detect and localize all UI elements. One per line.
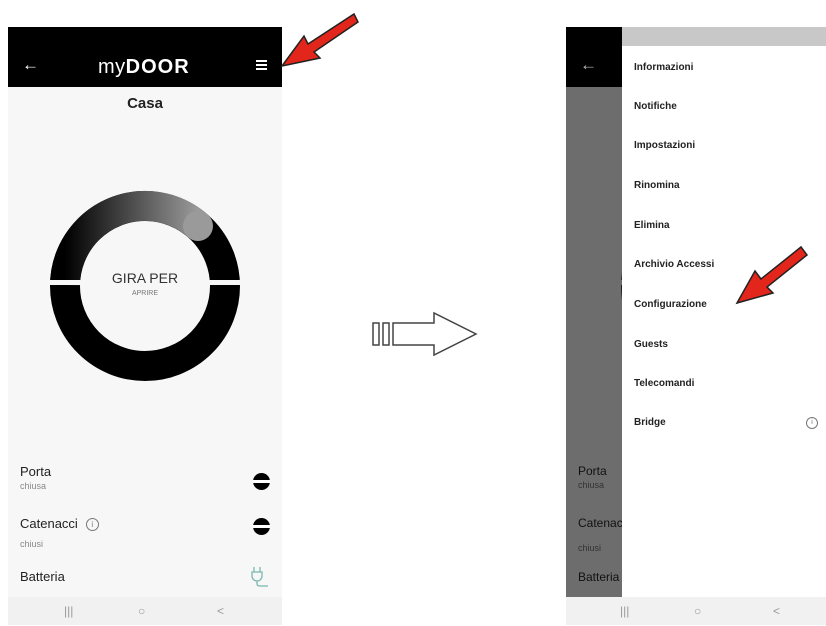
bolts-closed-icon xyxy=(253,518,270,535)
bg-door-value: chiusa xyxy=(578,480,605,490)
menu-item-guests[interactable]: Guests xyxy=(634,339,668,350)
dial-main-label: GIRA PER xyxy=(111,270,179,286)
battery-label: Batteria xyxy=(20,569,65,584)
page-title: Casa xyxy=(127,95,163,112)
nav-back-button[interactable]: < xyxy=(773,604,780,618)
hamburger-menu-icon[interactable] xyxy=(256,60,267,70)
recents-button[interactable]: ||| xyxy=(64,604,73,618)
back-arrow-icon: ← xyxy=(580,55,597,74)
dial-sub-label: APRIRE xyxy=(131,290,159,297)
left-phone-screen: ← myDOOR Casa GIRA PER APRIRE Porta chiu… xyxy=(8,27,282,625)
menu-item-rinomina[interactable]: Rinomina xyxy=(634,180,680,191)
back-arrow-icon[interactable]: ← xyxy=(22,55,39,75)
menu-item-notifiche[interactable]: Notifiche xyxy=(634,101,677,112)
plug-icon xyxy=(251,567,268,587)
bg-battery-label: Batteria xyxy=(578,570,620,584)
drawer-scrim[interactable]: ← Porta chiusa Catenac chiusi Batteria xyxy=(566,27,623,597)
annotation-arrow-icon xyxy=(735,245,809,305)
app-bar: ← myDOOR xyxy=(8,27,282,87)
bolts-status-value: chiusi xyxy=(20,539,44,549)
nav-back-button[interactable]: < xyxy=(217,604,224,618)
home-button[interactable]: ○ xyxy=(138,604,145,618)
android-nav-bar: ||| ○ < xyxy=(8,597,282,625)
bg-door-label: Porta xyxy=(578,464,607,478)
bolts-status-row: Catenacci i chiusi xyxy=(20,516,270,549)
battery-status-row: Batteria xyxy=(20,567,270,587)
annotation-arrow-icon xyxy=(280,12,359,68)
bg-bolts-label: Catenac xyxy=(578,516,623,530)
app-logo: myDOOR xyxy=(98,56,190,78)
bolts-label: Catenacci xyxy=(20,516,78,531)
door-status-row: Porta chiusa xyxy=(20,464,270,491)
menu-item-archivio-accessi[interactable]: Archivio Accessi xyxy=(634,259,714,270)
right-phone-screen: ← Porta chiusa Catenac chiusi Batteria I… xyxy=(566,27,826,625)
menu-item-bridge[interactable]: Bridge xyxy=(634,417,666,428)
menu-item-impostazioni[interactable]: Impostazioni xyxy=(634,140,695,151)
info-icon[interactable]: i xyxy=(806,417,818,429)
navigation-drawer: Informazioni Notifiche Impostazioni Rino… xyxy=(622,27,826,597)
bg-bolts-value: chiusi xyxy=(578,543,602,553)
info-icon[interactable]: i xyxy=(85,518,99,531)
unlock-dial[interactable] xyxy=(40,181,250,391)
door-closed-icon xyxy=(253,473,270,490)
android-nav-bar: ||| ○ < xyxy=(566,597,826,625)
menu-item-elimina[interactable]: Elimina xyxy=(634,220,670,231)
door-label: Porta xyxy=(20,464,52,479)
dial-partial xyxy=(566,272,622,300)
recents-button[interactable]: ||| xyxy=(620,604,629,618)
transition-arrow-icon xyxy=(372,311,478,357)
menu-item-informazioni[interactable]: Informazioni xyxy=(634,62,693,73)
menu-item-configurazione[interactable]: Configurazione xyxy=(634,299,707,310)
menu-item-telecomandi[interactable]: Telecomandi xyxy=(634,378,694,389)
home-button[interactable]: ○ xyxy=(694,604,701,618)
door-status-value: chiusa xyxy=(20,481,47,491)
